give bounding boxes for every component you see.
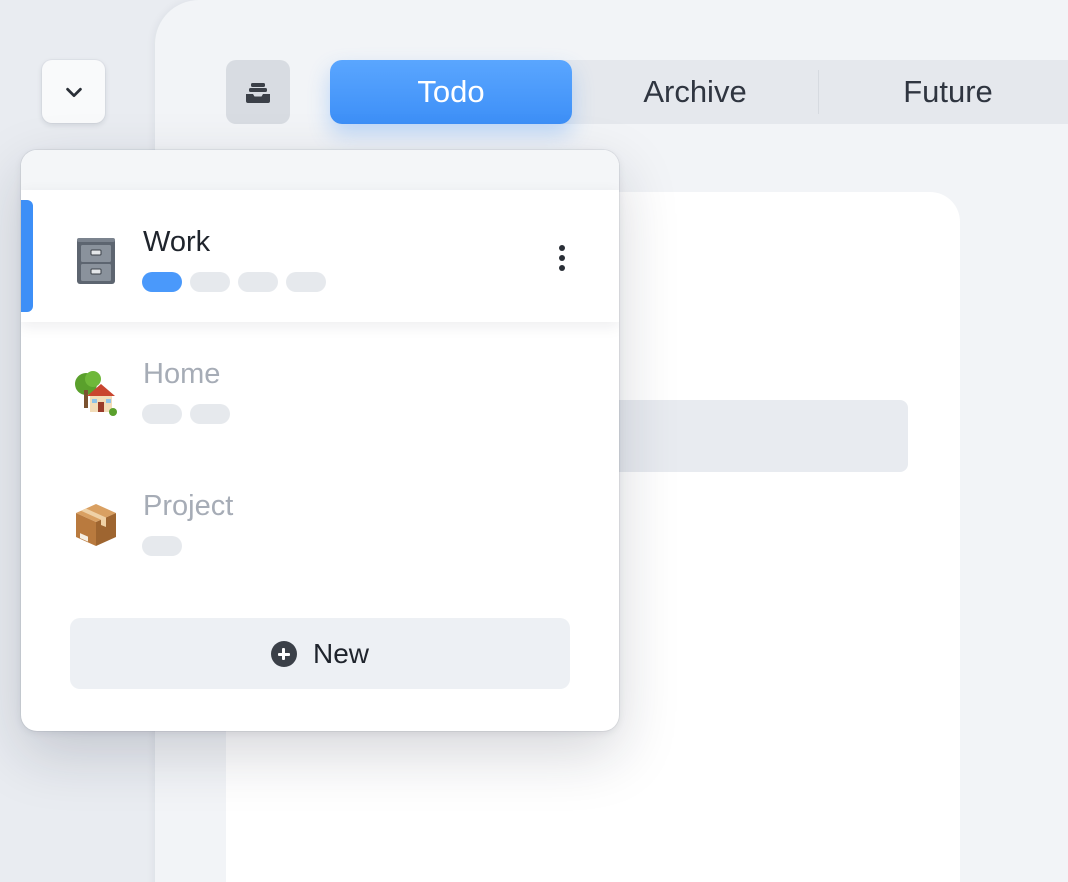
chevron-down-icon <box>65 87 82 97</box>
app-stage: Todo Archive Future Work Home Project Ne… <box>0 0 1068 882</box>
file-cabinet-icon <box>73 236 119 286</box>
tab-bar: Todo Archive Future <box>330 60 1068 124</box>
pill-indicator <box>142 404 182 424</box>
task-count-pills <box>142 404 230 424</box>
list-item-work[interactable]: Work <box>21 190 619 322</box>
pill-indicator <box>190 272 230 292</box>
inbox-tray-icon <box>246 83 270 103</box>
more-options-button[interactable] <box>547 234 577 282</box>
more-vertical-icon <box>559 265 565 271</box>
dropdown-header <box>21 150 619 190</box>
pill-indicator <box>142 272 182 292</box>
more-vertical-icon <box>559 255 565 261</box>
tab-todo[interactable]: Todo <box>330 60 572 124</box>
house-with-tree-icon <box>73 368 119 418</box>
inbox-button[interactable] <box>226 60 290 124</box>
plus-circle-icon <box>270 640 297 667</box>
tab-future[interactable]: Future <box>818 60 1068 124</box>
pill-indicator <box>142 536 182 556</box>
pill-indicator <box>238 272 278 292</box>
list-switcher-dropdown: Work Home Project New <box>21 150 619 731</box>
list-item-home[interactable]: Home <box>21 322 619 454</box>
tab-archive[interactable]: Archive <box>572 60 818 124</box>
selection-indicator <box>21 200 33 312</box>
list-item-label: Home <box>143 358 221 390</box>
collapse-menu-button[interactable] <box>42 60 105 123</box>
new-list-button[interactable]: New <box>70 618 570 689</box>
list-item-label: Work <box>143 226 211 258</box>
more-vertical-icon <box>559 245 565 251</box>
list-item-label: Project <box>143 490 234 522</box>
new-list-label: New <box>312 637 369 669</box>
task-count-pills <box>142 536 182 556</box>
pill-indicator <box>190 404 230 424</box>
package-icon <box>73 500 119 550</box>
list-item-project[interactable]: Project <box>21 454 619 586</box>
pill-indicator <box>286 272 326 292</box>
task-count-pills <box>142 272 326 292</box>
